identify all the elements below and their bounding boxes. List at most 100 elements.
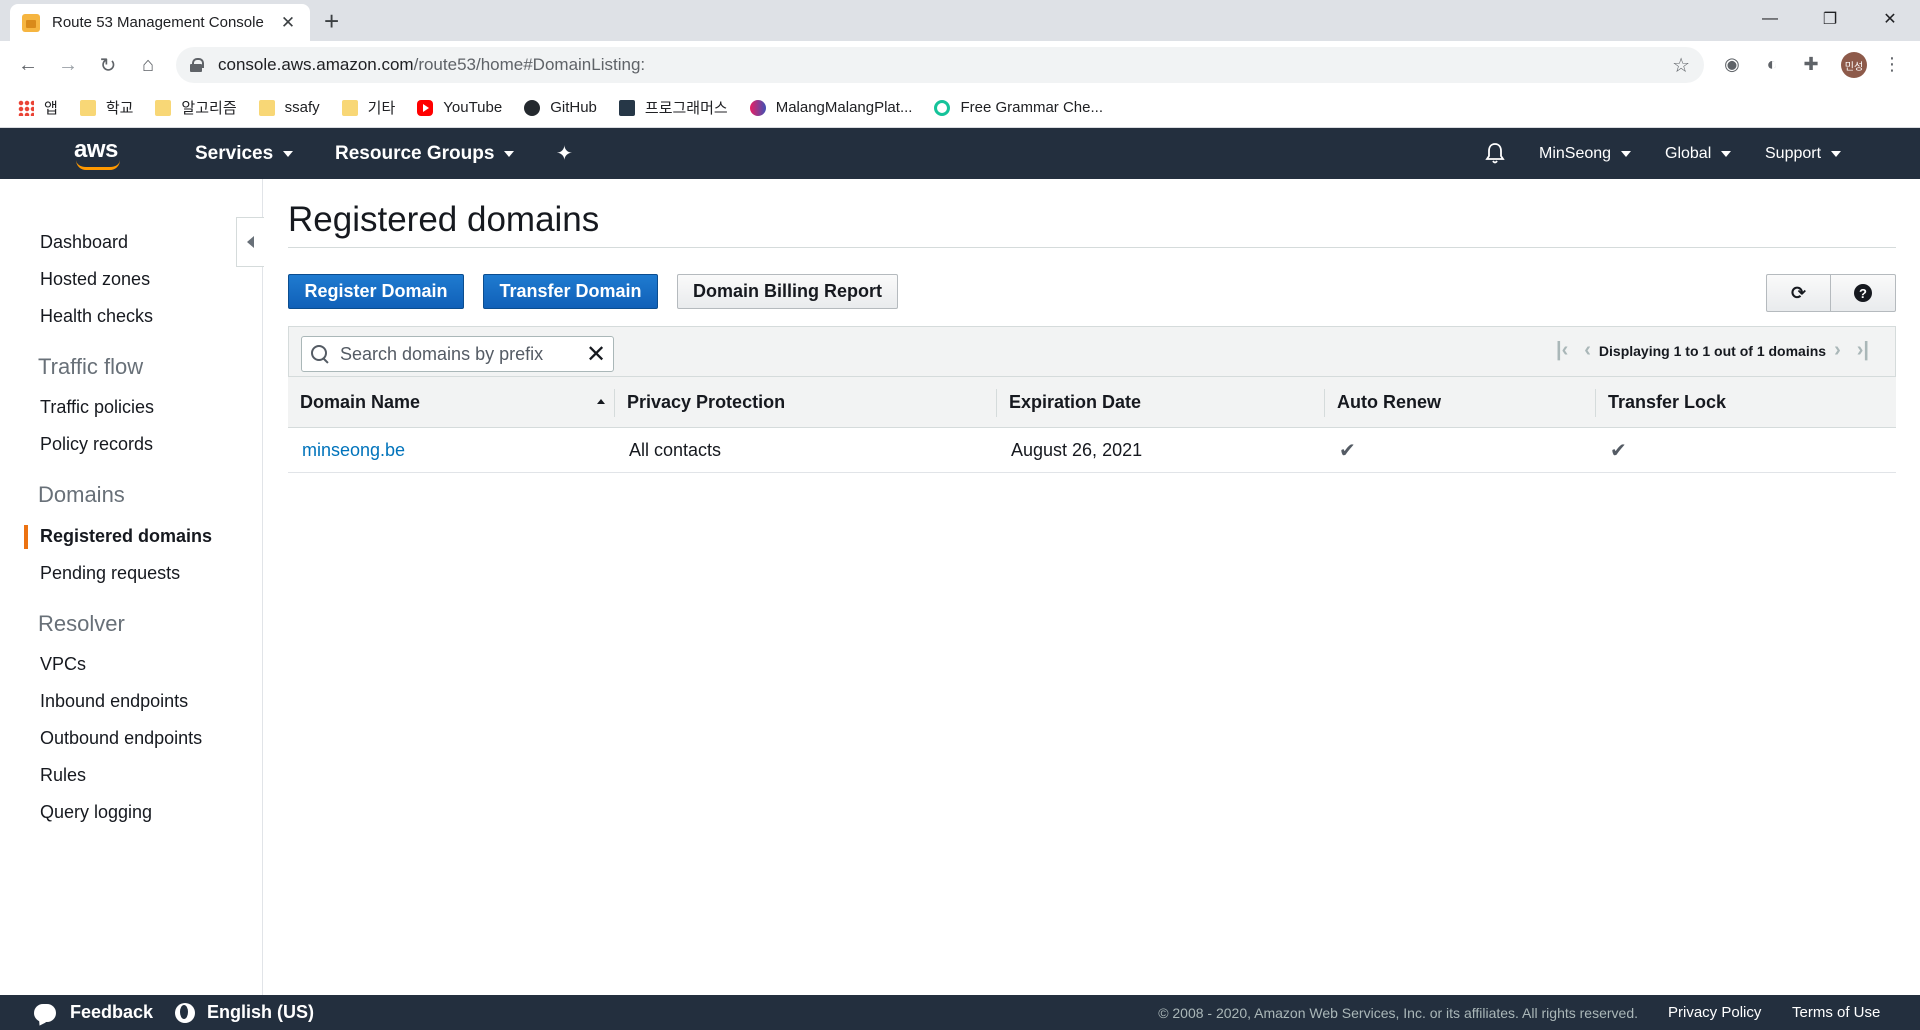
title-divider — [288, 247, 1896, 248]
minimize-icon[interactable]: — — [1740, 0, 1800, 38]
active-indicator — [24, 525, 28, 549]
sidebar-item-dashboard[interactable]: Dashboard — [40, 232, 128, 253]
language-selector[interactable]: English (US) — [175, 995, 314, 1030]
region-label: Global — [1665, 144, 1712, 162]
services-menu[interactable]: Services — [195, 128, 294, 179]
tab-title: Route 53 Management Console — [52, 14, 264, 31]
sidebar-item-inbound-endpoints[interactable]: Inbound endpoints — [40, 691, 188, 712]
close-window-icon[interactable]: ✕ — [1860, 0, 1920, 38]
aws-smile-icon — [76, 160, 120, 170]
support-menu[interactable]: Support — [1765, 128, 1842, 179]
pin-icon[interactable]: ✦ — [556, 128, 573, 179]
region-menu[interactable]: Global — [1665, 128, 1732, 179]
sidebar-item-registered-domains[interactable]: Registered domains — [40, 526, 212, 547]
window-controls: — ❐ ✕ — [1740, 0, 1920, 38]
column-header-expiration-date[interactable]: Expiration Date — [997, 376, 1325, 428]
browser-menu-icon[interactable]: ⋮ — [1880, 52, 1904, 76]
bookmark-youtube[interactable]: YouTube — [417, 99, 502, 116]
feedback-link[interactable]: Feedback — [34, 995, 153, 1030]
refresh-icon: ⟳ — [1790, 282, 1807, 303]
back-icon[interactable]: ← — [14, 51, 42, 79]
transfer-lock-cell: ✔ — [1596, 427, 1896, 473]
url-field[interactable]: console.aws.amazon.com/route53/home#Doma… — [176, 47, 1704, 83]
url-host: console.aws.amazon.com — [218, 55, 414, 74]
language-label: English (US) — [207, 1002, 314, 1022]
next-page-icon[interactable]: › — [1834, 339, 1841, 362]
first-page-icon[interactable]: |‹ — [1556, 339, 1568, 362]
aws-top-nav: aws Services Resource Groups ✦ MinSeong … — [0, 128, 1920, 179]
sidebar-item-query-logging[interactable]: Query logging — [40, 802, 152, 823]
bookmark-label: 학교 — [105, 100, 134, 117]
console-footer: Feedback English (US) © 2008 - 2020, Ama… — [0, 995, 1920, 1030]
restore-icon[interactable]: ❐ — [1800, 0, 1860, 38]
column-header-transfer-lock[interactable]: Transfer Lock — [1596, 376, 1896, 428]
bookmark-grammar[interactable]: Free Grammar Che... — [934, 99, 1103, 116]
browser-tab[interactable]: Route 53 Management Console ✕ — [10, 4, 310, 41]
bookmark-apps[interactable]: 앱 — [18, 97, 58, 118]
collapse-sidebar-button[interactable] — [236, 217, 264, 267]
extensions-puzzle-icon[interactable]: ✚ — [1799, 52, 1823, 76]
support-label: Support — [1765, 144, 1822, 162]
page-title: Registered domains — [288, 200, 600, 239]
bookmark-folder[interactable]: ssafy — [258, 99, 320, 116]
register-domain-button[interactable]: Register Domain — [288, 274, 464, 309]
bookmark-label: 기타 — [367, 100, 396, 117]
refresh-button[interactable]: ⟳ — [1766, 274, 1831, 312]
folder-icon — [79, 99, 96, 116]
domain-billing-report-button[interactable]: Domain Billing Report — [677, 274, 898, 309]
privacy-policy-link[interactable]: Privacy Policy — [1668, 1004, 1761, 1021]
sidebar-item-hosted-zones[interactable]: Hosted zones — [40, 269, 150, 290]
previous-page-icon[interactable]: ‹ — [1584, 339, 1591, 362]
checkmark-icon: ✔ — [1610, 439, 1627, 462]
notifications-bell-icon[interactable] — [1485, 142, 1505, 164]
programmers-icon — [618, 99, 635, 116]
home-icon[interactable]: ⌂ — [134, 51, 162, 79]
folder-icon — [258, 99, 275, 116]
search-input[interactable] — [340, 343, 580, 365]
bookmark-folder[interactable]: 기타 — [341, 97, 396, 118]
sidebar-section-traffic-flow: Traffic flow — [38, 354, 144, 379]
aws-logo[interactable]: aws — [74, 136, 128, 172]
table-row[interactable]: minseong.be All contacts August 26, 2021… — [288, 427, 1896, 473]
bookmark-label: 앱 — [44, 100, 58, 117]
forward-icon[interactable]: → — [54, 51, 82, 79]
transfer-domain-button[interactable]: Transfer Domain — [483, 274, 658, 309]
column-header-auto-renew[interactable]: Auto Renew — [1325, 376, 1596, 428]
sidebar-item-pending-requests[interactable]: Pending requests — [40, 563, 180, 584]
terms-of-use-link[interactable]: Terms of Use — [1792, 1004, 1880, 1021]
bookmark-folder[interactable]: 알고리즘 — [155, 97, 237, 118]
sidebar-item-policy-records[interactable]: Policy records — [40, 434, 153, 455]
bookmark-malang[interactable]: MalangMalangPlat... — [749, 99, 912, 116]
bookmark-star-icon[interactable]: ☆ — [1672, 53, 1690, 78]
chevron-down-icon — [1721, 150, 1732, 157]
domains-table: Domain Name Privacy Protection Expiratio… — [288, 376, 1896, 473]
column-header-privacy-protection[interactable]: Privacy Protection — [615, 376, 997, 428]
url-path: /route53/home#DomainListing: — [413, 55, 646, 74]
sidebar-item-health-checks[interactable]: Health checks — [40, 306, 153, 327]
bookmark-label: 프로그래머스 — [644, 100, 728, 117]
address-bar-row: ← → ↻ ⌂ console.aws.amazon.com/route53/h… — [0, 41, 1920, 88]
help-button[interactable]: ? — [1830, 274, 1896, 312]
bookmark-programmers[interactable]: 프로그래머스 — [618, 97, 728, 118]
auto-renew-cell: ✔ — [1325, 427, 1596, 473]
domain-link[interactable]: minseong.be — [302, 440, 405, 460]
sidebar-item-vpcs[interactable]: VPCs — [40, 654, 86, 675]
resource-groups-menu[interactable]: Resource Groups — [335, 128, 515, 179]
account-menu[interactable]: MinSeong — [1539, 128, 1632, 179]
column-header-domain-name[interactable]: Domain Name — [288, 376, 615, 428]
clear-search-icon[interactable]: ✕ — [586, 340, 606, 369]
close-tab-icon[interactable]: ✕ — [278, 13, 298, 33]
sidebar-item-traffic-policies[interactable]: Traffic policies — [40, 397, 154, 418]
bookmark-folder[interactable]: 학교 — [79, 97, 134, 118]
chevron-down-icon — [1621, 150, 1632, 157]
profile-avatar[interactable]: 민성 — [1841, 52, 1867, 78]
extension-sync-icon[interactable]: ◐ — [1760, 52, 1784, 76]
sidebar-item-outbound-endpoints[interactable]: Outbound endpoints — [40, 728, 202, 749]
bookmark-github[interactable]: GitHub — [524, 99, 597, 116]
extension-shield-icon[interactable]: ◉ — [1720, 52, 1744, 76]
sidebar-item-rules[interactable]: Rules — [40, 765, 86, 786]
reload-icon[interactable]: ↻ — [94, 51, 122, 79]
last-page-icon[interactable]: ›| — [1857, 339, 1869, 362]
new-tab-button[interactable]: + — [324, 6, 339, 37]
resource-groups-label: Resource Groups — [335, 142, 495, 164]
